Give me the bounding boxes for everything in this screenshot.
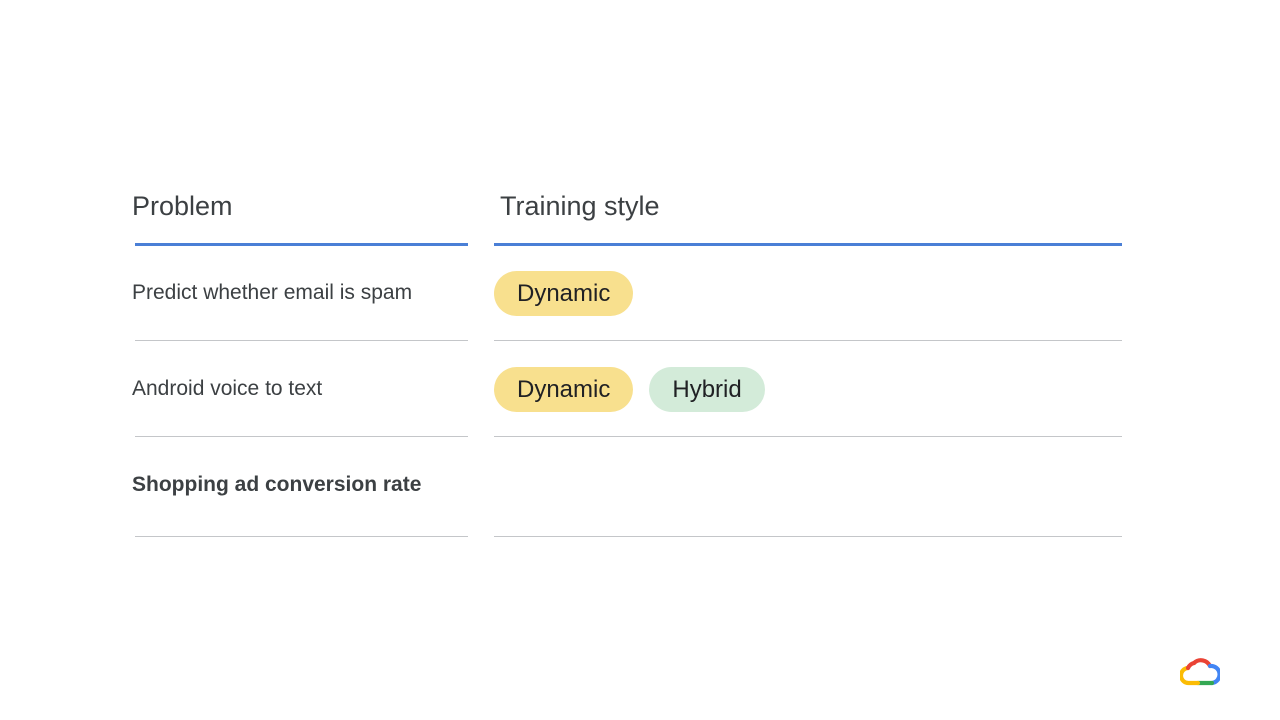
chip-dynamic: Dynamic [494, 367, 634, 412]
row-1-styles: Dynamic [494, 271, 634, 316]
google-cloud-logo-icon [1180, 658, 1220, 686]
row-2-rule-problem [135, 436, 468, 437]
slide: Problem Training style Predict whether e… [0, 0, 1280, 720]
row-3-problem: Shopping ad conversion rate [132, 473, 422, 496]
header-rule-problem [135, 243, 468, 246]
row-2-problem: Android voice to text [132, 377, 323, 400]
row-2-rule-style [494, 436, 1122, 437]
chip-hybrid: Hybrid [649, 367, 765, 412]
column-header-problem: Problem [132, 191, 233, 221]
row-2-styles: Dynamic Hybrid [494, 367, 765, 412]
row-1-rule-style [494, 340, 1122, 341]
row-1-rule-problem [135, 340, 468, 341]
header-rule-training-style [494, 243, 1122, 246]
row-3-rule-problem [135, 536, 468, 537]
chip-dynamic: Dynamic [494, 271, 634, 316]
row-3-rule-style [494, 536, 1122, 537]
column-header-training-style: Training style [500, 191, 660, 221]
row-1-problem: Predict whether email is spam [132, 281, 413, 304]
